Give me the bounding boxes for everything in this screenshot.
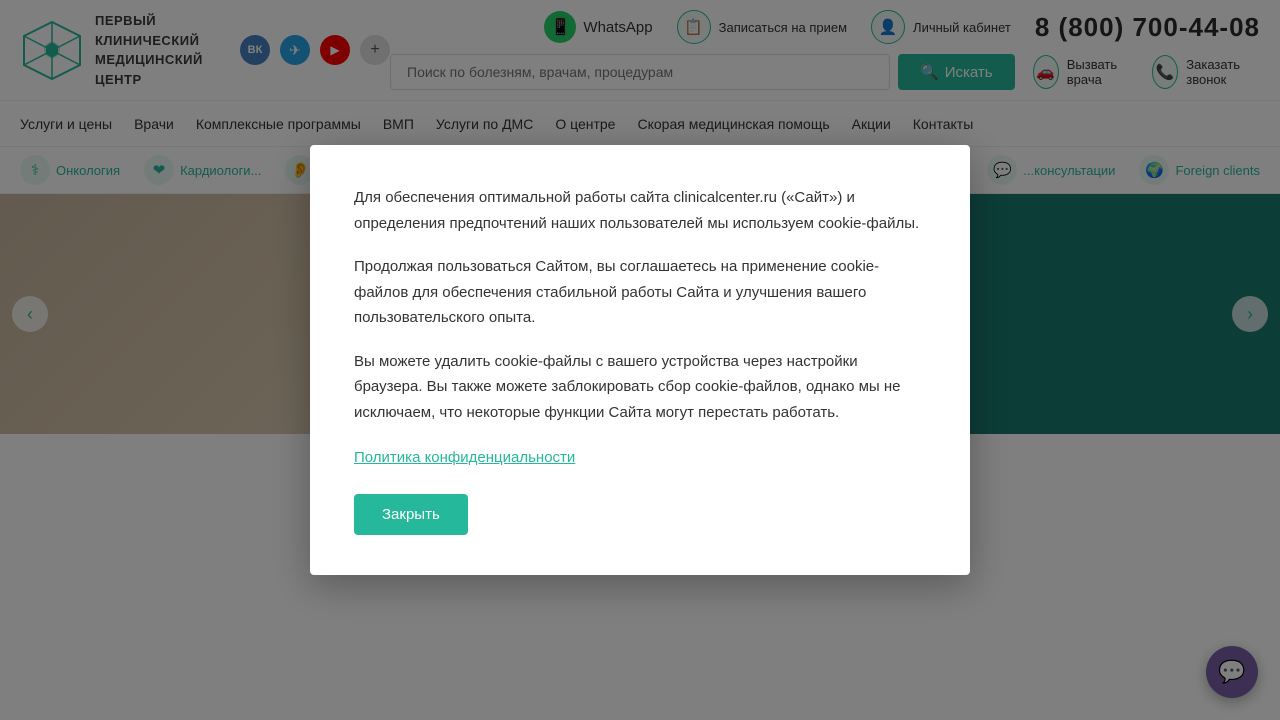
privacy-policy-link[interactable]: Политика конфиденциальности — [354, 449, 575, 466]
cookie-overlay: Для обеспечения оптимальной работы сайта… — [0, 0, 1280, 720]
cookie-modal: Для обеспечения оптимальной работы сайта… — [310, 145, 970, 575]
close-modal-button[interactable]: Закрыть — [354, 494, 468, 535]
modal-paragraph-1: Для обеспечения оптимальной работы сайта… — [354, 185, 926, 236]
modal-paragraph-2: Продолжая пользоваться Сайтом, вы соглаш… — [354, 254, 926, 331]
modal-paragraph-3: Вы можете удалить cookie-файлы с вашего … — [354, 349, 926, 426]
